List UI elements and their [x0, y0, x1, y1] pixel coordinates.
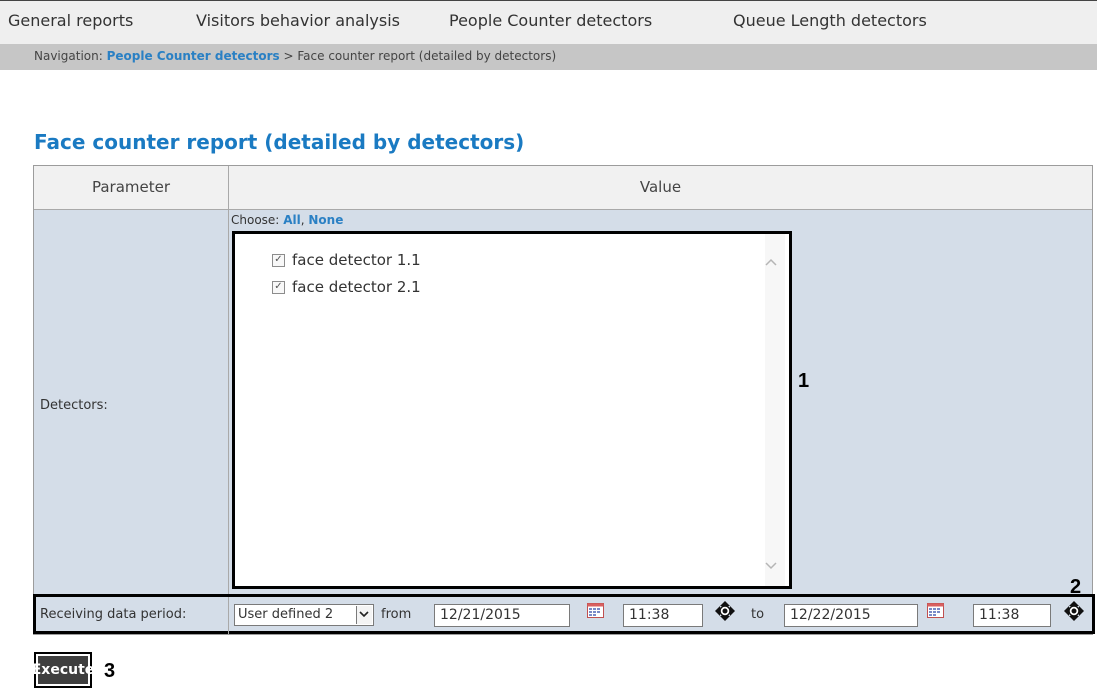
choose-all-link[interactable]: All: [283, 213, 301, 227]
detectors-label: Detectors:: [40, 398, 108, 413]
header-parameter: Parameter: [34, 166, 229, 209]
choose-label: Choose:: [231, 213, 280, 227]
header-value: Value: [639, 178, 682, 196]
listbox-scrollbar[interactable]: [765, 234, 785, 586]
detector-checkbox[interactable]: ✓: [272, 253, 285, 267]
detector-checkbox[interactable]: ✓: [272, 280, 285, 294]
detector-label: face detector 1.1: [292, 251, 421, 269]
from-label: from: [381, 607, 412, 622]
period-row: Receiving data period: User defined 2 fr…: [33, 594, 1095, 634]
tab-people-counter-detectors[interactable]: People Counter detectors: [449, 11, 652, 30]
to-label: to: [751, 607, 765, 622]
chevron-down-icon[interactable]: [356, 606, 372, 624]
detectors-label-cell: Detectors:: [34, 210, 229, 596]
period-label-cell: Receiving data period:: [34, 597, 229, 634]
to-time-input[interactable]: 11:38: [973, 604, 1051, 627]
tab-general-reports[interactable]: General reports: [8, 11, 133, 30]
time-spinner-icon[interactable]: [1063, 600, 1085, 622]
top-navigation: General reports Visitors behavior analys…: [0, 0, 1097, 44]
execute-button[interactable]: Execute: [32, 656, 94, 684]
execute-highlight-box: Execute: [32, 652, 94, 688]
period-select[interactable]: User defined 2: [234, 604, 374, 626]
detector-item[interactable]: ✓ face detector 2.1: [272, 278, 421, 296]
calendar-icon[interactable]: [587, 603, 604, 618]
period-select-value: User defined 2: [238, 607, 334, 622]
to-date-input[interactable]: 12/22/2015: [784, 604, 918, 627]
breadcrumb: Navigation: People Counter detectors > F…: [34, 49, 556, 63]
tab-queue-length-detectors[interactable]: Queue Length detectors: [733, 11, 927, 30]
tab-visitors-behavior-analysis[interactable]: Visitors behavior analysis: [196, 11, 400, 30]
chevron-down-icon[interactable]: [765, 560, 777, 572]
breadcrumb-bar: Navigation: People Counter detectors > F…: [0, 44, 1097, 70]
detector-item[interactable]: ✓ face detector 1.1: [272, 251, 421, 269]
from-time-input[interactable]: 11:38: [623, 604, 703, 627]
breadcrumb-separator: >: [283, 49, 294, 63]
page-title: Face counter report (detailed by detecto…: [34, 130, 525, 154]
breadcrumb-prefix: Navigation:: [34, 49, 103, 63]
detectors-listbox[interactable]: ✓ face detector 1.1 ✓ face detector 2.1: [232, 231, 792, 589]
detectors-row: Detectors: Choose: All, None ✓ face dete…: [34, 210, 1092, 598]
from-date-input[interactable]: 12/21/2015: [434, 604, 570, 627]
chevron-up-icon[interactable]: [765, 256, 777, 268]
choose-none-link[interactable]: None: [308, 213, 343, 227]
calendar-icon[interactable]: [927, 603, 944, 618]
annotation-1: 1: [798, 370, 810, 392]
parameters-table: Parameter Value Detectors: Choose: All, …: [33, 165, 1095, 635]
breadcrumb-current: Face counter report (detailed by detecto…: [297, 49, 557, 63]
annotation-3: 3: [104, 660, 116, 682]
breadcrumb-link-people-counter[interactable]: People Counter detectors: [107, 49, 280, 63]
time-spinner-icon[interactable]: [714, 600, 736, 622]
choose-links: Choose: All, None: [231, 213, 344, 227]
table-header: Parameter Value: [34, 166, 1092, 210]
period-label: Receiving data period:: [40, 607, 187, 622]
detector-label: face detector 2.1: [292, 278, 421, 296]
